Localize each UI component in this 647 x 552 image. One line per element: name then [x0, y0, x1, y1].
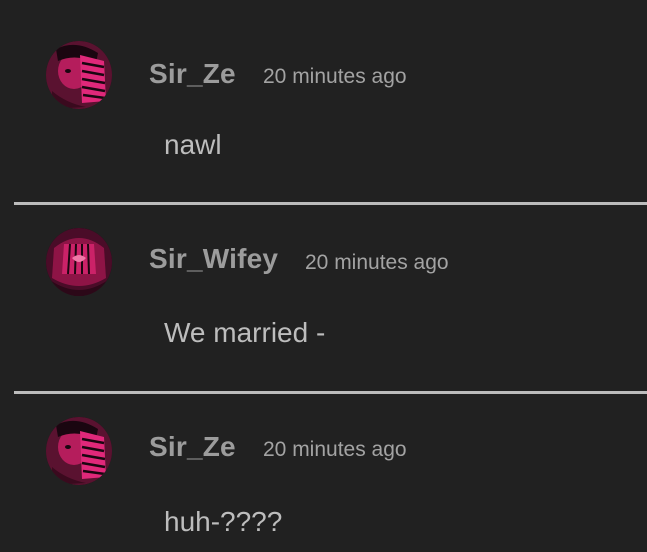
- avatar[interactable]: [46, 228, 112, 296]
- comment-item: Sir_Ze 20 minutes ago huh-????: [0, 394, 647, 552]
- comment-message: We married -: [164, 317, 326, 348]
- comment-timestamp: 20 minutes ago: [263, 438, 407, 461]
- comment-thread: Sir_Ze 20 minutes ago nawl Sir_Wifey 20 …: [0, 0, 647, 552]
- comment-message: huh-????: [164, 506, 283, 537]
- comment-message: nawl: [164, 129, 222, 160]
- comment-username[interactable]: Sir_Ze: [149, 431, 236, 463]
- comment-timestamp: 20 minutes ago: [305, 251, 449, 274]
- comment-item: Sir_Wifey 20 minutes ago We married -: [0, 205, 647, 391]
- avatar[interactable]: [46, 417, 112, 485]
- comment-username[interactable]: Sir_Wifey: [149, 243, 278, 275]
- user-avatar-icon: [46, 417, 112, 485]
- avatar[interactable]: [46, 41, 112, 109]
- user-avatar-icon: [46, 228, 112, 296]
- comment-item: Sir_Ze 20 minutes ago nawl: [0, 0, 647, 200]
- user-avatar-icon: [46, 41, 112, 109]
- comment-timestamp: 20 minutes ago: [263, 65, 407, 88]
- comment-username[interactable]: Sir_Ze: [149, 58, 236, 90]
